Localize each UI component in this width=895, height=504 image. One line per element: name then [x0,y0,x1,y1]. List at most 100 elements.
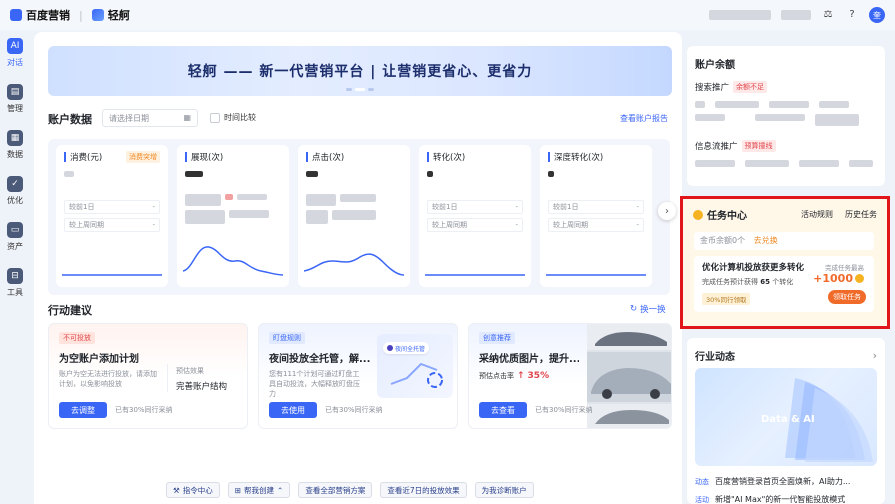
action-desc: 账户为空无法进行投放，请添加计划，以免影响投放 [59,370,157,388]
news-item[interactable]: 动态 百度营销登录首页全面焕新，AI助力... [695,476,875,487]
industry-title: 行业动态 [695,352,735,363]
action-card-add-plan[interactable]: 不可投放 为空账户添加计划 账户为空无法进行投放，请添加计划，以免影响投放 预估… [48,323,248,429]
sparkline [183,246,283,276]
compare-row: 较前1日 - [548,200,644,214]
action-card-night-hosting[interactable]: 盯盘规则 夜间投放全托管，解... 您有111个计划可通过盯盘工具自动投流，大幅… [258,323,458,429]
status-badge: 余额不足 [733,81,768,93]
data-icon: ▦ [7,130,23,146]
action-title: 为空账户添加计划 [59,354,139,365]
metrics-strip: 消费(元) 消费突增 较前1日 - 较上周同期 - 展现(次) 点击(次) 转化(次)… [48,139,670,295]
coin-icon [693,209,703,220]
metric-card-deep-conversions[interactable]: 深度转化(次) 较前1日 - 较上周同期 - [540,145,652,287]
status-badge: 消费突增 [126,151,160,163]
quick-actions: ⚒ 指令中心 ⊞ 帮我创建 ⌃ 查看全部营销方案 查看近7日的投放效果 为我诊断账户 [166,482,534,498]
create-button[interactable]: ⊞ 帮我创建 ⌃ [227,482,291,498]
metric-card-clicks[interactable]: 点击(次) [298,145,410,287]
chevron-right-icon: › [665,205,669,217]
sidebar: AI 对话 ▤ 管理 ▦ 数据 ✓ 优化 ▭ 资产 ⊟ 工具 [0,38,30,314]
ctr-up-arrow-icon: ↑ [517,371,525,381]
account-data-title: 账户数据 [48,113,92,126]
sidebar-item-chat[interactable]: AI 对话 [0,38,30,68]
action-title: 采纳优质图片，提升... [479,354,579,365]
brand-logo[interactable]: 百度营销 | 轻舸 [10,7,130,23]
account-id-blurred [781,10,811,20]
metrics-next-arrow[interactable]: › [658,202,676,220]
compare-checkbox[interactable] [210,112,220,123]
task-history-link[interactable]: 历史任务 [845,209,877,220]
view-button[interactable]: 去查看 [479,402,527,418]
news-item[interactable]: 活动 新增"AI Max"的新一代智能投放模式 [695,494,875,504]
metric-card-conversions[interactable]: 转化(次) 较前1日 - 较上周同期 - [419,145,531,287]
compare-row: 较上周同期 - [548,218,644,232]
compare-row: 较上周同期 - [427,218,523,232]
diagnose-button[interactable]: 为我诊断账户 [474,482,534,498]
use-button[interactable]: 去使用 [269,402,317,418]
task-center-title: 任务中心 [707,211,747,222]
top-bar: 百度营销 | 轻舸 ⚖ ? 奎 [0,0,895,30]
brand-name: 百度营销 [26,9,70,22]
date-picker[interactable]: 请选择日期 ▦ [102,109,198,127]
refresh-button[interactable]: ↻ 换一换 [630,303,666,315]
actions-title: 行动建议 [48,304,92,317]
sidebar-item-data[interactable]: ▦ 数据 [0,130,30,160]
view-plans-button[interactable]: 查看全部营销方案 [298,482,373,498]
action-tag: 创意推荐 [479,332,515,344]
redeem-link[interactable]: 去兑换 [754,236,778,245]
activity-rules-link[interactable]: 活动规则 [801,209,833,220]
help-icon[interactable]: ? [845,8,859,22]
chart-icon: ▤ [7,84,23,100]
action-card-creative[interactable]: 创意推荐 采纳优质图片，提升... 预估点击率 ↑ 35% 去查看 已有30%同… [468,323,672,429]
sparkline [546,274,646,276]
qingzhou-icon [91,9,104,21]
sparkline [62,274,162,276]
compare-row: 较前1日 - [427,200,523,214]
banner-text: 轻舸 —— 新一代营销平台 | 让营销更省心、更省力 [187,64,533,80]
balance-card: 账户余额 搜索推广 余额不足 信息流推广 预算撞线 [687,46,885,186]
view-report-link[interactable]: 查看账户报告 [620,113,668,124]
action-title: 夜间投放全托管，解... [269,354,371,365]
sidebar-item-assets[interactable]: ▭ 资产 [0,222,30,252]
shield-icon: ✓ [7,176,23,192]
status-badge: 预算撞线 [741,140,776,152]
compare-row: 较上周同期 - [64,218,160,232]
time-compare-toggle[interactable]: 时间比较 [210,112,256,123]
claim-task-button[interactable]: 领取任务 [828,290,866,304]
coin-icon [855,274,864,283]
avatar[interactable]: 奎 [869,7,885,23]
action-desc: 您有111个计划可通过盯盘工具自动投流，大幅释放盯盘压力 [269,370,360,398]
plus-icon: ⊞ [234,485,242,495]
task-center-card: 任务中心 活动规则 历史任务 金币余额0个 去兑换 优化计算机投放获更多转化 完… [680,196,890,329]
metric-card-impressions[interactable]: 展现(次) [177,145,289,287]
view-effect-button[interactable]: 查看近7日的投放效果 [380,482,467,498]
sidebar-item-tools[interactable]: ⊟ 工具 [0,268,30,298]
adjust-button[interactable]: 去调整 [59,402,107,418]
scale-icon[interactable]: ⚖ [821,8,835,22]
product-name: 轻舸 [107,9,130,22]
image-caption: Data & AI [761,414,815,425]
compare-row: 较前1日 - [64,200,160,214]
account-name-blurred[interactable] [709,10,771,20]
banner-pager[interactable] [346,88,374,91]
wallet-icon: ▭ [7,222,23,238]
main-panel: 轻舸 —— 新一代营销平台 | 让营销更省心、更省力 账户数据 请选择日期 ▦ … [34,32,682,504]
toolbox-icon: ⊟ [7,268,23,284]
command-center-button[interactable]: ⚒ 指令中心 [166,482,220,498]
industry-banner-image[interactable]: Data & AI [695,368,877,466]
refresh-icon: ↻ [630,304,638,314]
baidu-paw-icon [10,9,22,21]
calendar-icon: ▦ [183,113,191,122]
metric-card-cost[interactable]: 消费(元) 消费突增 较前1日 - 较上周同期 - [56,145,168,287]
hosting-illustration: 夜间全托管 [377,334,453,398]
balance-title: 账户余额 [695,60,735,71]
chat-icon: AI [7,38,23,54]
chevron-up-icon: ⌃ [277,485,284,495]
sidebar-item-manage[interactable]: ▤ 管理 [0,84,30,114]
industry-card: 行业动态 › Data & AI 动态 百度营销登录首页全面焕新，AI助力...… [687,338,885,504]
chevron-right-icon[interactable]: › [873,349,877,362]
car-images [587,324,671,428]
sidebar-item-optimize[interactable]: ✓ 优化 [0,176,30,206]
task-item[interactable]: 优化计算机投放获更多转化 完成任务预计获得 65 个转化 30%同行领取 完成任… [694,256,874,312]
action-tag: 盯盘规则 [269,332,305,344]
coin-balance: 金币余额0个 去兑换 [694,232,874,250]
action-tag: 不可投放 [59,332,95,344]
